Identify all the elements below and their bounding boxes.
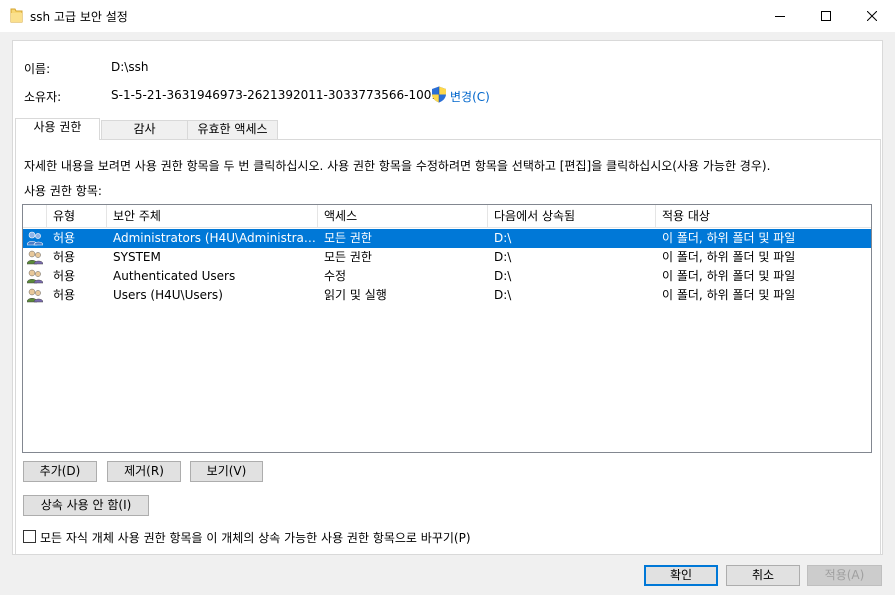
- replace-child-permissions-checkbox[interactable]: [23, 530, 36, 543]
- close-button[interactable]: [849, 0, 895, 31]
- header-inherited-from[interactable]: 다음에서 상속됨: [488, 205, 656, 228]
- change-owner-link[interactable]: 변경(C): [450, 88, 490, 105]
- disable-inheritance-button[interactable]: 상속 사용 안 함(I): [23, 495, 149, 516]
- cell-access: 모든 권한: [324, 250, 372, 264]
- table-row[interactable]: 허용 Users (H4U\Users) 읽기 및 실행 D:\ 이 폴더, 하…: [23, 286, 871, 305]
- panel-description: 자세한 내용을 보려면 사용 권한 항목을 두 번 클릭하십시오. 사용 권한 …: [24, 159, 771, 173]
- remove-button[interactable]: 제거(R): [107, 461, 181, 482]
- uac-shield-icon: [432, 86, 446, 103]
- ok-button[interactable]: 확인: [644, 565, 718, 586]
- users-icon: [27, 231, 43, 246]
- view-button[interactable]: 보기(V): [190, 461, 263, 482]
- name-label: 이름:: [24, 62, 51, 76]
- table-row[interactable]: 허용 Administrators (H4U\Administrato... 모…: [23, 229, 871, 248]
- folder-icon: [10, 8, 23, 23]
- tab-effective-access[interactable]: 유효한 액세스: [187, 120, 278, 139]
- replace-child-permissions-label[interactable]: 모든 자식 개체 사용 권한 항목을 이 개체의 상속 가능한 사용 권한 항목…: [40, 529, 471, 546]
- cancel-button[interactable]: 취소: [726, 565, 800, 586]
- owner-value: S-1-5-21-3631946973-2621392011-303377356…: [111, 88, 440, 102]
- permission-entries-label: 사용 권한 항목:: [24, 184, 102, 198]
- maximize-icon: [821, 10, 831, 21]
- users-icon: [27, 288, 43, 303]
- users-icon: [27, 250, 43, 265]
- minimize-icon: [775, 15, 785, 17]
- cell-inherited-from: D:\: [494, 269, 512, 283]
- apply-button[interactable]: 적용(A): [807, 565, 882, 586]
- header-applies-to[interactable]: 적용 대상: [656, 205, 871, 228]
- cell-access: 읽기 및 실행: [324, 288, 387, 302]
- header-icon-col: [23, 205, 47, 228]
- permission-entries-list[interactable]: 유형 보안 주체 액세스 다음에서 상속됨 적용 대상 허용 Administr…: [22, 204, 872, 453]
- cell-applies-to: 이 폴더, 하위 폴더 및 파일: [662, 250, 796, 264]
- header-principal[interactable]: 보안 주체: [107, 205, 318, 228]
- tab-permissions-label: 사용 권한: [33, 120, 82, 134]
- cell-type: 허용: [53, 231, 76, 245]
- minimize-button[interactable]: [757, 0, 803, 31]
- cell-type: 허용: [53, 288, 76, 302]
- cell-access: 모든 권한: [324, 231, 372, 245]
- maximize-button[interactable]: [803, 0, 849, 31]
- cell-applies-to: 이 폴더, 하위 폴더 및 파일: [662, 269, 796, 283]
- header-access[interactable]: 액세스: [318, 205, 488, 228]
- cell-inherited-from: D:\: [494, 231, 512, 245]
- cell-principal: Users (H4U\Users): [113, 288, 223, 302]
- cell-principal: Administrators (H4U\Administrato...: [113, 231, 318, 245]
- add-button[interactable]: 추가(D): [23, 461, 97, 482]
- close-icon: [867, 10, 877, 21]
- cell-inherited-from: D:\: [494, 250, 512, 264]
- owner-label: 소유자:: [24, 90, 62, 104]
- table-row[interactable]: 허용 SYSTEM 모든 권한 D:\ 이 폴더, 하위 폴더 및 파일: [23, 248, 871, 267]
- window-title: ssh 고급 보안 설정: [30, 10, 128, 24]
- tab-audit-label: 감사: [133, 122, 156, 136]
- cell-inherited-from: D:\: [494, 288, 512, 302]
- cell-type: 허용: [53, 250, 76, 264]
- header-type[interactable]: 유형: [47, 205, 107, 228]
- tab-permissions[interactable]: 사용 권한: [15, 118, 100, 140]
- title-bar[interactable]: ssh 고급 보안 설정: [0, 0, 895, 32]
- users-icon: [27, 269, 43, 284]
- cell-principal: SYSTEM: [113, 250, 161, 264]
- cell-type: 허용: [53, 269, 76, 283]
- list-header: 유형 보안 주체 액세스 다음에서 상속됨 적용 대상: [23, 205, 871, 228]
- cell-applies-to: 이 폴더, 하위 폴더 및 파일: [662, 231, 796, 245]
- cell-access: 수정: [324, 269, 347, 283]
- name-value: D:\ssh: [111, 60, 149, 74]
- cell-principal: Authenticated Users: [113, 269, 236, 283]
- table-row[interactable]: 허용 Authenticated Users 수정 D:\ 이 폴더, 하위 폴…: [23, 267, 871, 286]
- tab-audit[interactable]: 감사: [101, 120, 188, 139]
- cell-applies-to: 이 폴더, 하위 폴더 및 파일: [662, 288, 796, 302]
- tab-effective-access-label: 유효한 액세스: [197, 122, 268, 136]
